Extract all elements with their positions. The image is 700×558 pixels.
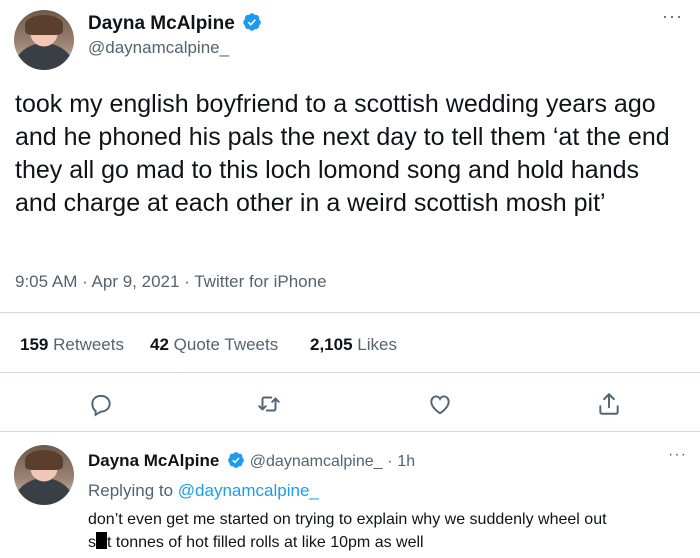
share-button[interactable]: [596, 391, 622, 422]
author-avatar[interactable]: [14, 10, 74, 70]
reply-author-name[interactable]: Dayna McAlpine: [88, 451, 219, 470]
redaction-box: [96, 532, 107, 549]
reply-text-line2-start: s: [88, 534, 96, 551]
share-icon: [599, 393, 619, 415]
reply-header: Dayna McAlpine @daynamcalpine_ · 1h: [88, 451, 415, 471]
avatar-hair: [24, 14, 64, 36]
retweets-count: 159: [20, 335, 49, 354]
quote-tweets-stat[interactable]: 42 Quote Tweets: [150, 335, 278, 355]
reply-separator: ·: [387, 453, 393, 470]
reply-more-dots-icon[interactable]: ···: [668, 446, 687, 464]
author-name[interactable]: Dayna McAlpine: [88, 13, 235, 34]
like-button[interactable]: [427, 391, 453, 422]
divider-top: [0, 312, 700, 313]
like-icon: [430, 395, 450, 415]
more-dots-icon[interactable]: ···: [662, 6, 683, 27]
reply-icon: [91, 394, 111, 417]
divider-mid: [0, 372, 700, 373]
likes-label: Likes: [357, 335, 397, 354]
divider-bottom: [0, 431, 700, 432]
retweet-button[interactable]: [256, 391, 282, 422]
tweet-timestamp[interactable]: 9:05 AM · Apr 9, 2021 · Twitter for iPho…: [15, 272, 327, 292]
likes-stat[interactable]: 2,105 Likes: [310, 335, 397, 355]
reply-author-avatar[interactable]: [14, 445, 74, 505]
retweets-stat[interactable]: 159 Retweets: [20, 335, 124, 355]
tweet-text: took my english boyfriend to a scottish …: [15, 90, 670, 217]
replying-to-handle[interactable]: @daynamcalpine_: [178, 481, 319, 500]
reply-text-line2-end: t tonnes of hot filled rolls at like 10p…: [107, 534, 424, 551]
retweets-label: Retweets: [53, 335, 124, 354]
quote-count: 42: [150, 335, 169, 354]
reply-time[interactable]: 1h: [397, 453, 415, 470]
author-name-row[interactable]: Dayna McAlpine: [88, 12, 262, 35]
likes-count: 2,105: [310, 335, 353, 354]
quote-label: Quote Tweets: [173, 335, 279, 354]
replying-to: Replying to @daynamcalpine_: [88, 481, 319, 501]
reply-text-line2: s t tonnes of hot filled rolls at like 10…: [88, 531, 688, 554]
author-handle[interactable]: @daynamcalpine_: [88, 38, 229, 58]
replying-to-prefix: Replying to: [88, 481, 174, 500]
verified-badge-icon: [243, 13, 261, 31]
verified-badge-icon: [228, 452, 244, 468]
reply-text: don’t even get me started on trying to e…: [88, 508, 688, 554]
retweet-icon: [258, 396, 280, 412]
reply-button[interactable]: [88, 391, 114, 422]
avatar-hair: [24, 449, 64, 471]
reply-author-handle[interactable]: @daynamcalpine_: [250, 453, 383, 470]
reply-text-line1: don’t even get me started on trying to e…: [88, 511, 607, 528]
